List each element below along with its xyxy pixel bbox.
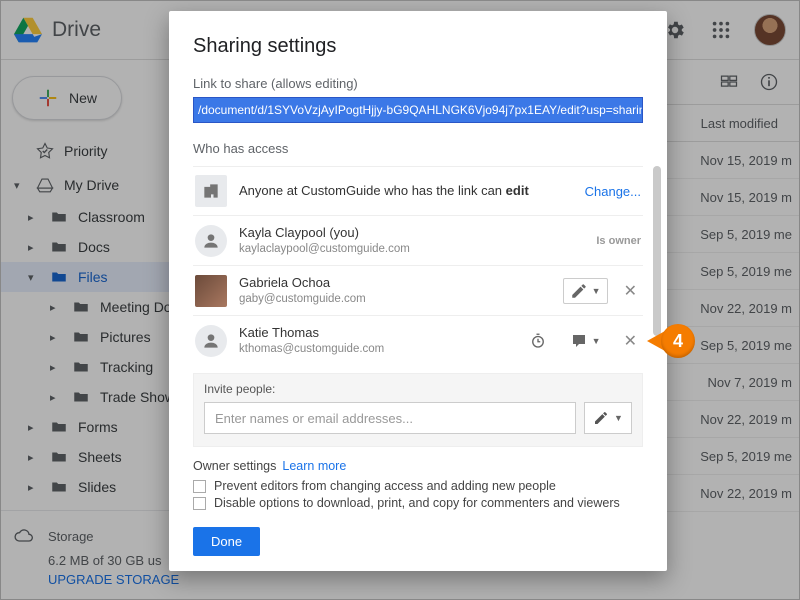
- person-icon: [195, 225, 227, 257]
- role-dropdown[interactable]: ▼: [563, 278, 608, 304]
- pencil-icon: [593, 410, 609, 426]
- learn-more-link[interactable]: Learn more: [282, 459, 346, 473]
- change-link-access[interactable]: Change...: [585, 184, 641, 199]
- invite-area: Invite people: Enter names or email addr…: [193, 373, 643, 447]
- owner-settings: Owner settings Learn more Prevent editors…: [169, 447, 667, 513]
- access-list: Anyone at CustomGuide who has the link c…: [193, 166, 643, 365]
- owner-settings-label: Owner settings: [193, 459, 276, 473]
- access-scrollbar[interactable]: [653, 166, 661, 336]
- person-name: Kayla Claypool (you): [239, 224, 584, 242]
- person-name: Katie Thomas: [239, 324, 513, 342]
- checkbox-prevent-editors[interactable]: [193, 480, 206, 493]
- sharing-settings-dialog: Sharing settings Link to share (allows e…: [169, 11, 667, 571]
- who-label: Who has access: [169, 141, 667, 162]
- access-row-link: Anyone at CustomGuide who has the link c…: [193, 166, 643, 215]
- access-row-owner: Kayla Claypool (you) kaylaclaypool@custo…: [193, 215, 643, 265]
- link-label: Link to share (allows editing): [169, 76, 667, 97]
- timer-icon[interactable]: [525, 328, 551, 354]
- invite-input[interactable]: Enter names or email addresses...: [204, 402, 576, 434]
- person-email: kaylaclaypool@customguide.com: [239, 242, 584, 258]
- share-link-input[interactable]: /document/d/1SYVoVzjAyIPogtHjjy-bG9QAHLN…: [193, 97, 643, 123]
- access-row-person: Katie Thomas kthomas@customguide.com ▼ ✕: [193, 315, 643, 365]
- step-callout: 4: [647, 324, 695, 358]
- access-row-person: Gabriela Ochoa gaby@customguide.com ▼ ✕: [193, 265, 643, 315]
- checkbox-label: Prevent editors from changing access and…: [214, 479, 556, 493]
- checkbox-disable-download[interactable]: [193, 497, 206, 510]
- remove-person-button[interactable]: ✕: [620, 331, 641, 351]
- invite-label: Invite people:: [204, 382, 632, 396]
- org-icon: [195, 175, 227, 207]
- person-icon: [195, 325, 227, 357]
- checkbox-label: Disable options to download, print, and …: [214, 496, 620, 510]
- invite-role-dropdown[interactable]: ▼: [584, 402, 632, 434]
- step-number: 4: [661, 324, 695, 358]
- role-owner: Is owner: [596, 235, 641, 247]
- done-button[interactable]: Done: [193, 527, 260, 556]
- person-photo: [195, 275, 227, 307]
- person-name: Gabriela Ochoa: [239, 274, 551, 292]
- pencil-icon: [570, 282, 588, 300]
- dialog-title: Sharing settings: [169, 35, 667, 76]
- person-email: gaby@customguide.com: [239, 292, 551, 308]
- remove-person-button[interactable]: ✕: [620, 281, 641, 301]
- person-email: kthomas@customguide.com: [239, 342, 513, 358]
- role-dropdown[interactable]: ▼: [563, 328, 608, 354]
- comment-icon: [570, 332, 588, 350]
- anyone-text: Anyone at CustomGuide who has the link c…: [239, 183, 529, 198]
